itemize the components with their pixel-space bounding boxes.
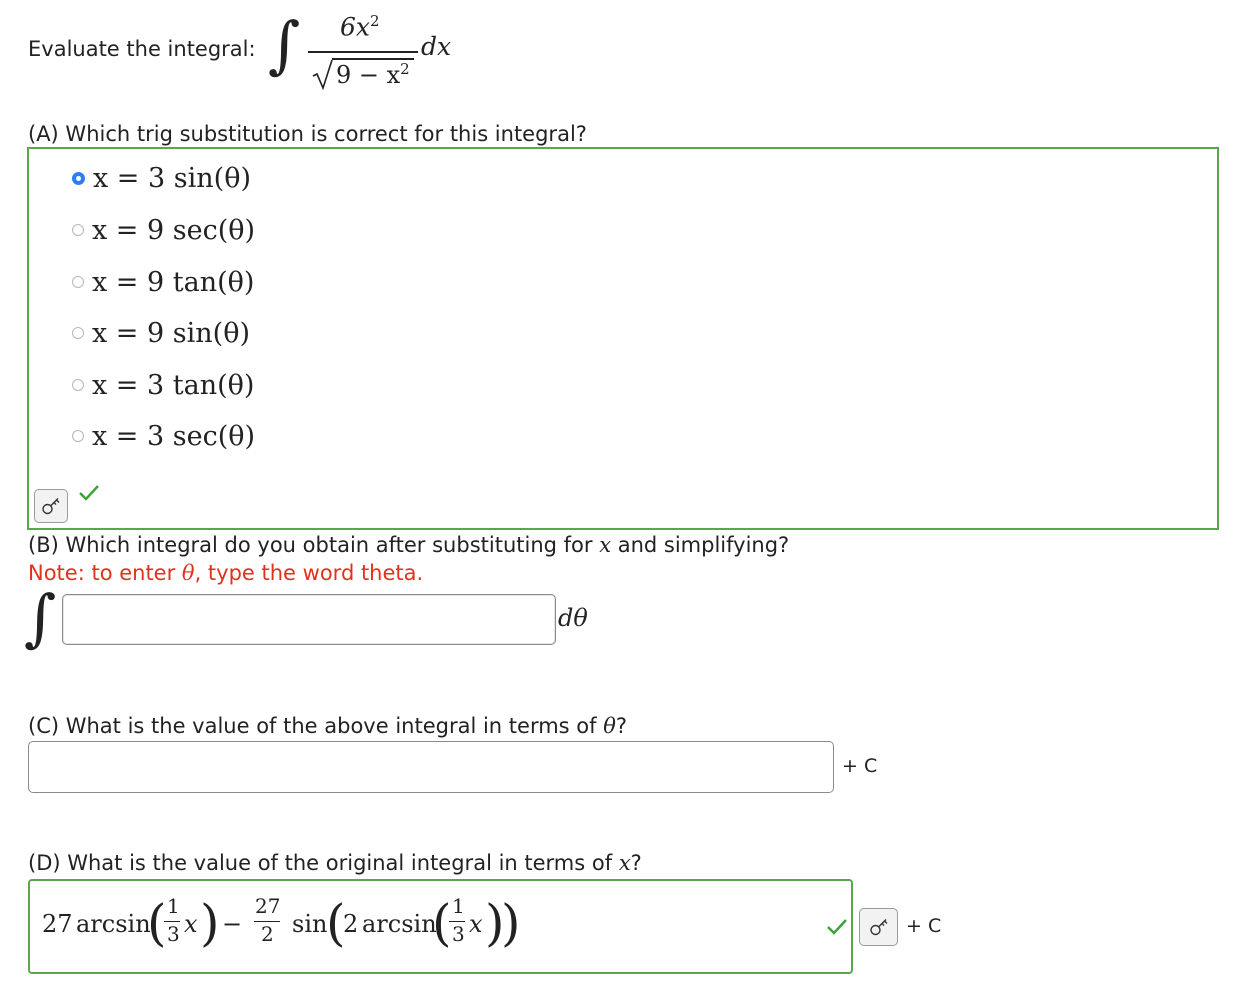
prompt-text: Evaluate the integral: xyxy=(28,37,256,61)
paren-open: ( xyxy=(147,894,167,952)
partC-question: (C) What is the value of the above integ… xyxy=(28,714,628,738)
partD-key-button[interactable] xyxy=(859,908,898,946)
radio-button-selected[interactable] xyxy=(72,171,85,185)
answer-fn: arcsin xyxy=(76,910,151,938)
minus-sign: − xyxy=(222,910,243,938)
paren-close: ) xyxy=(200,894,220,952)
key-icon xyxy=(869,919,887,936)
answer-var: x xyxy=(469,910,483,938)
radio-button[interactable] xyxy=(72,379,84,391)
answer-fn: sin xyxy=(292,910,328,938)
sqrt-symbol xyxy=(312,59,333,90)
partA-key-button[interactable] xyxy=(34,489,68,523)
option-label: x = 3 sec(θ) xyxy=(92,420,256,452)
option-label: x = 3 sin(θ) xyxy=(93,162,251,194)
integral-sign: ∫ xyxy=(24,581,57,654)
paren-open: ( xyxy=(432,894,452,952)
differential-dx: dx xyxy=(421,32,452,61)
frac-den: 3 xyxy=(167,922,180,946)
plus-c-label: + C xyxy=(906,915,942,937)
frac-num: 1 xyxy=(167,894,180,918)
radio-option-1[interactable]: x = 3 sin(θ) xyxy=(72,161,251,195)
radio-option-2[interactable]: x = 9 sec(θ) xyxy=(72,213,255,247)
radio-button[interactable] xyxy=(72,276,84,288)
frac-num: 27 xyxy=(255,894,281,918)
integrand-fraction: 6x2 9 − x2 xyxy=(308,12,418,92)
answer-var: x xyxy=(184,910,198,938)
radio-option-3[interactable]: x = 9 tan(θ) xyxy=(72,265,254,299)
paren-close: ) xyxy=(501,894,521,952)
answer-coef: 2 xyxy=(343,910,359,938)
frac-num: 1 xyxy=(452,894,465,918)
partC-answer-input[interactable] xyxy=(28,741,834,793)
plus-c-label: + C xyxy=(842,755,878,777)
option-label: x = 3 tan(θ) xyxy=(92,369,255,401)
answer-fn: arcsin xyxy=(362,910,437,938)
fraction-bar xyxy=(308,51,418,53)
differential-dtheta: dθ xyxy=(558,604,588,632)
partB-integrand-input[interactable] xyxy=(62,594,556,645)
option-label: x = 9 tan(θ) xyxy=(92,266,255,298)
partA-question: (A) Which trig substitution is correct f… xyxy=(28,122,587,146)
partD-answer-expression: 27 arcsin ( 1 3 x ) − 27 2 sin ( 2 arcsi… xyxy=(42,892,562,962)
checkmark-icon xyxy=(79,485,99,501)
radio-button[interactable] xyxy=(72,327,84,339)
integrand-numerator: 6x2 xyxy=(340,12,380,42)
radio-option-6[interactable]: x = 3 sec(θ) xyxy=(72,419,255,453)
partD-question: (D) What is the value of the original in… xyxy=(28,851,642,875)
radio-button[interactable] xyxy=(72,430,84,442)
radio-option-5[interactable]: x = 3 tan(θ) xyxy=(72,368,254,402)
answer-coef: 27 xyxy=(42,910,73,938)
frac-den: 2 xyxy=(261,922,274,946)
option-label: x = 9 sec(θ) xyxy=(92,214,256,246)
radio-option-4[interactable]: x = 9 sin(θ) xyxy=(72,316,250,350)
integral-sign: ∫ xyxy=(268,8,301,81)
key-icon xyxy=(42,498,60,515)
option-label: x = 9 sin(θ) xyxy=(92,317,250,349)
radio-button[interactable] xyxy=(72,224,84,236)
checkmark-icon xyxy=(827,919,847,935)
partB-question: (B) Which integral do you obtain after s… xyxy=(28,533,790,557)
partB-note: Note: to enter θ, type the word theta. xyxy=(28,561,424,585)
frac-den: 3 xyxy=(452,922,465,946)
